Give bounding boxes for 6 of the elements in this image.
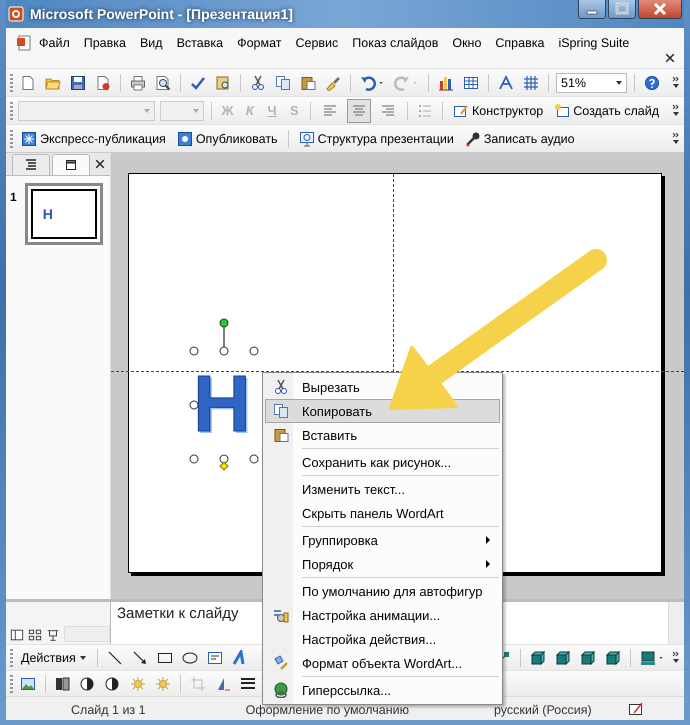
- wordart-text: Н: [42, 207, 53, 221]
- status-text: русский (Россия): [494, 703, 592, 717]
- window-title: Microsoft PowerPoint - [Презентация1]: [30, 6, 293, 22]
- status-text: Оформление по умолчанию: [246, 703, 409, 717]
- slide-number: 1: [10, 190, 17, 204]
- status-text: Слайд 1 из 1: [71, 703, 146, 717]
